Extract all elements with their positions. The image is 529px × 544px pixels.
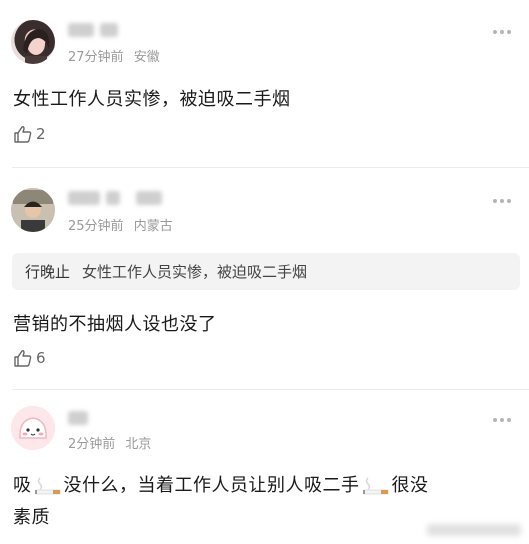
like-count: 6 xyxy=(36,349,46,367)
comment-text-part: 很没 xyxy=(391,475,429,496)
comment-time: 25分钟前 xyxy=(68,219,124,234)
comment-text-part: 没什么，当着工作人员让别人吸二手 xyxy=(63,475,360,496)
username-blurred[interactable] xyxy=(68,22,124,38)
cigarette-emoji-icon xyxy=(362,477,388,495)
comment-text-part: 吸 xyxy=(13,475,32,496)
quote-text: 女性工作人员实惨，被迫吸二手烟 xyxy=(82,263,308,281)
comment-location: 内蒙古 xyxy=(133,219,173,234)
comment-meta: 2分钟前 北京 xyxy=(68,433,157,452)
thumbs-up-icon xyxy=(14,350,32,367)
avatar[interactable] xyxy=(11,188,55,232)
comment-text: 女性工作人员实惨，被迫吸二手烟 xyxy=(13,89,291,110)
comment-location: 安徽 xyxy=(133,50,160,65)
like-count: 2 xyxy=(36,125,46,143)
thumbs-up-icon xyxy=(14,126,32,143)
comment-text: 营销的不抽烟人设也没了 xyxy=(13,314,217,335)
comment-location: 北京 xyxy=(125,437,152,452)
comment-time: 27分钟前 xyxy=(68,50,124,65)
username-blurred[interactable] xyxy=(68,190,168,206)
more-dots-icon[interactable] xyxy=(493,415,515,425)
like-button[interactable]: 6 xyxy=(13,348,46,368)
avatar[interactable] xyxy=(11,20,55,64)
comment-meta: 25分钟前 内蒙古 xyxy=(68,215,179,234)
avatar-image xyxy=(11,188,55,232)
comment-text-part: 素质 xyxy=(13,507,50,528)
comment-item: 2分钟前 北京 吸 没什么，当着工作人员让别人吸二手 很没 素质 xyxy=(0,390,529,544)
comment-meta: 27分钟前 安徽 xyxy=(68,46,166,65)
comment-time: 2分钟前 xyxy=(68,437,116,452)
avatar-image xyxy=(23,29,50,64)
quoted-reply[interactable]: 行晚止 女性工作人员实惨，被迫吸二手烟 xyxy=(12,253,520,290)
avatar[interactable] xyxy=(11,406,55,450)
like-button[interactable]: 2 xyxy=(13,124,46,144)
username-blurred[interactable] xyxy=(68,410,94,426)
more-dots-icon[interactable] xyxy=(493,27,515,37)
comment-item: 25分钟前 内蒙古 行晚止 女性工作人员实惨，被迫吸二手烟 营销的不抽烟人设也没… xyxy=(0,168,529,390)
cigarette-emoji-icon xyxy=(34,477,60,495)
watermark-blurred xyxy=(427,524,521,536)
more-dots-icon[interactable] xyxy=(493,196,515,206)
avatar-image xyxy=(11,406,55,450)
quote-user: 行晚止 xyxy=(25,263,71,281)
comment-item: 27分钟前 安徽 女性工作人员实惨，被迫吸二手烟 2 xyxy=(0,0,529,167)
